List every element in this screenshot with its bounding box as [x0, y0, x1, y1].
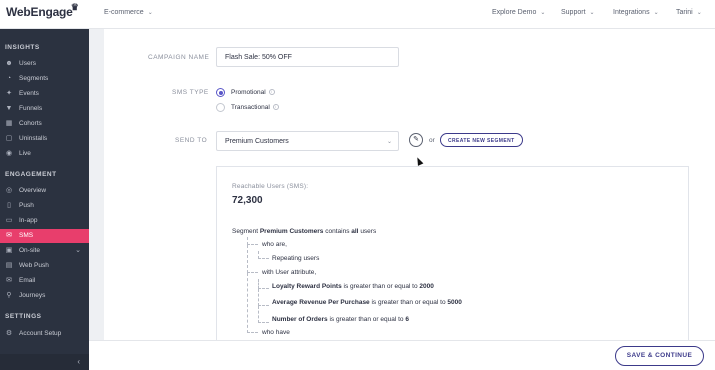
condition-row: Average Revenue Per Purchase is greater …: [272, 299, 462, 306]
tree-connector: [247, 245, 258, 273]
sidebar-item-sms[interactable]: ✉ SMS: [0, 229, 89, 243]
chevron-left-icon: ‹: [77, 357, 80, 366]
uninstalls-icon: ▢: [5, 135, 13, 142]
live-icon: ◉: [5, 150, 13, 157]
sidebar-item-events[interactable]: ✦ Events: [0, 87, 89, 101]
chevron-down-icon[interactable]: ⌄: [75, 246, 81, 254]
tree-connector: [258, 306, 269, 323]
sidebar-item-users[interactable]: ☻ Users: [0, 57, 89, 71]
sidebar-item-cohorts[interactable]: ▦ Cohorts: [0, 117, 89, 131]
who-are-text: who are,: [262, 241, 287, 248]
transactional-radio[interactable]: [216, 103, 225, 112]
segment-select[interactable]: Premium Customers ⌄: [216, 131, 399, 151]
sms-type-label: SMS TYPE: [172, 89, 209, 96]
save-and-continue-button[interactable]: SAVE & CONTINUE: [615, 346, 704, 366]
chevron-down-icon: ⌄: [653, 10, 659, 16]
explore-demo-menu[interactable]: Explore Demo ⌄: [492, 9, 545, 16]
info-icon: i: [268, 89, 275, 96]
email-icon: ✉: [6, 277, 12, 284]
reachable-users-count: 72,300: [232, 195, 263, 206]
section-title-engagement: ENGAGEMENT: [5, 171, 57, 178]
info-icon: i: [272, 104, 279, 111]
support-menu[interactable]: Support ⌄: [561, 9, 595, 16]
top-bar: WebEngage ♛ E-commerce ⌄ Explore Demo ⌄ Sup…: [0, 0, 715, 29]
web-push-icon: ▤: [5, 262, 13, 269]
chevron-down-icon: ⌄: [386, 139, 392, 145]
eye-icon: ◎: [5, 187, 13, 194]
tree-connector: [247, 273, 258, 333]
transactional-option[interactable]: Transactional i: [231, 104, 279, 111]
collapse-sidebar-button[interactable]: ‹: [0, 354, 89, 370]
sidebar-item-in-app[interactable]: ▭ In-app: [0, 214, 89, 228]
chevron-down-icon: ⌄: [147, 10, 153, 16]
users-icon: ☻: [5, 60, 13, 67]
push-icon: ▯: [7, 202, 11, 209]
tree-connector: [258, 279, 269, 289]
user-menu[interactable]: Tarini ⌄: [676, 9, 702, 16]
chevron-down-icon: ⌄: [589, 10, 595, 16]
sidebar-item-email[interactable]: ✉ Email: [0, 274, 89, 288]
edit-segment-button[interactable]: ✎: [409, 133, 423, 147]
promotional-radio[interactable]: [216, 88, 225, 97]
campaign-name-label: CAMPAIGN NAME: [148, 54, 210, 61]
sidebar-item-journeys[interactable]: ⚲ Journeys: [0, 289, 89, 303]
in-app-icon: ▭: [5, 217, 13, 224]
repeating-users-text: Repeating users: [272, 255, 320, 262]
pencil-icon: ✎: [413, 136, 419, 143]
cohorts-icon: ▦: [5, 120, 13, 127]
sidebar-item-overview[interactable]: ◎ Overview: [0, 184, 89, 198]
journeys-icon: ⚲: [6, 292, 12, 299]
sms-icon: ✉: [6, 232, 12, 239]
promotional-option[interactable]: Promotional i: [231, 89, 275, 96]
send-to-label: SEND TO: [175, 137, 208, 144]
on-site-icon: ▣: [5, 247, 13, 254]
events-icon: ✦: [6, 90, 12, 97]
sidebar-item-on-site[interactable]: ▣ On-site ⌄: [0, 244, 89, 258]
segment-summary: Segment Premium Customers contains all u…: [232, 228, 377, 235]
chevron-down-icon: ⌄: [540, 10, 546, 16]
sidebar-item-uninstalls[interactable]: ▢ Uninstalls: [0, 132, 89, 146]
funnel-icon: ▼: [5, 105, 13, 112]
tree-connector: [258, 251, 269, 259]
sidebar-item-web-push[interactable]: ▤ Web Push: [0, 259, 89, 273]
create-new-segment-button[interactable]: CREATE NEW SEGMENT: [440, 133, 523, 147]
campaign-name-input[interactable]: Flash Sale: 50% OFF: [216, 47, 399, 67]
reachable-users-label: Reachable Users (SMS):: [232, 183, 309, 190]
footer-bar: SAVE & CONTINUE: [89, 340, 715, 370]
integrations-menu[interactable]: Integrations ⌄: [613, 9, 659, 16]
account-icon: ⚙: [5, 330, 13, 337]
crown-icon: ♛: [70, 2, 79, 12]
chevron-down-icon: ⌄: [696, 10, 702, 16]
segment-details-panel: Reachable Users (SMS): 72,300 Segment Pr…: [216, 166, 689, 340]
sidebar-item-push[interactable]: ▯ Push: [0, 199, 89, 213]
sidebar-item-segments[interactable]: ◔ Segments: [0, 72, 89, 86]
section-title-settings: SETTINGS: [5, 313, 42, 320]
or-text: or: [429, 137, 435, 144]
with-user-attribute-text: with User attribute,: [262, 269, 317, 276]
segments-icon: ◔: [6, 75, 12, 82]
sidebar: INSIGHTS ☻ Users ◔ Segments ✦ Events ▼ Funne…: [0, 29, 89, 370]
sidebar-item-live[interactable]: ◉ Live: [0, 147, 89, 161]
sidebar-item-account-setup[interactable]: ⚙ Account Setup: [0, 327, 89, 341]
condition-row: Loyalty Reward Points is greater than or…: [272, 283, 434, 290]
tree-connector: [258, 289, 269, 306]
webengage-logo[interactable]: WebEngage ♛: [6, 2, 79, 19]
condition-row: Number of Orders is greater than or equa…: [272, 316, 409, 323]
tree-connector: [247, 237, 258, 245]
section-title-insights: INSIGHTS: [5, 44, 40, 51]
project-dropdown[interactable]: E-commerce ⌄: [104, 9, 153, 16]
who-have-text: who have: [262, 329, 290, 336]
sidebar-item-funnels[interactable]: ▼ Funnels: [0, 102, 89, 116]
